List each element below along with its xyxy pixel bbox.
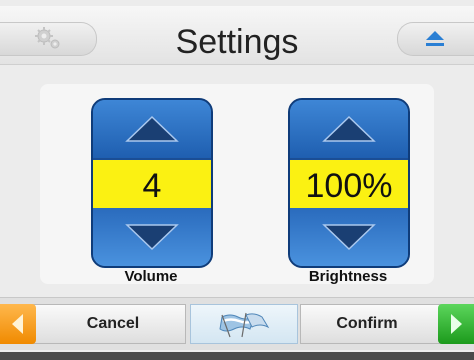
bottom-bezel bbox=[0, 352, 474, 360]
volume-control: 4 bbox=[91, 98, 213, 268]
forward-arrow-button[interactable] bbox=[438, 304, 474, 344]
brightness-down-button[interactable] bbox=[290, 208, 408, 266]
brightness-control: 100% bbox=[288, 98, 410, 268]
header-bar: Settings bbox=[0, 6, 474, 65]
settings-screen: Settings 4 Volume 100% Brightness Cancel… bbox=[0, 0, 474, 352]
arrow-up-icon bbox=[125, 115, 179, 142]
brightness-value: 100% bbox=[290, 158, 408, 214]
chevron-left-icon bbox=[12, 314, 23, 334]
chevron-right-icon bbox=[451, 314, 462, 334]
eject-button[interactable] bbox=[397, 22, 474, 56]
arrow-down-icon bbox=[322, 224, 376, 251]
arrow-down-icon bbox=[125, 224, 179, 251]
volume-down-button[interactable] bbox=[93, 208, 211, 266]
cancel-label: Cancel bbox=[86, 315, 140, 332]
volume-up-button[interactable] bbox=[93, 100, 211, 158]
arrow-up-icon bbox=[322, 115, 376, 142]
flags-icon bbox=[219, 312, 270, 338]
footer-bar: Cancel Confirm bbox=[0, 297, 474, 350]
language-button[interactable] bbox=[190, 304, 298, 344]
volume-label: Volume bbox=[124, 268, 178, 285]
brightness-label: Brightness bbox=[308, 268, 388, 285]
confirm-label: Confirm bbox=[336, 315, 398, 332]
back-arrow-button[interactable] bbox=[0, 304, 36, 344]
volume-value: 4 bbox=[93, 158, 211, 214]
brightness-up-button[interactable] bbox=[290, 100, 408, 158]
eject-icon bbox=[426, 31, 444, 46]
